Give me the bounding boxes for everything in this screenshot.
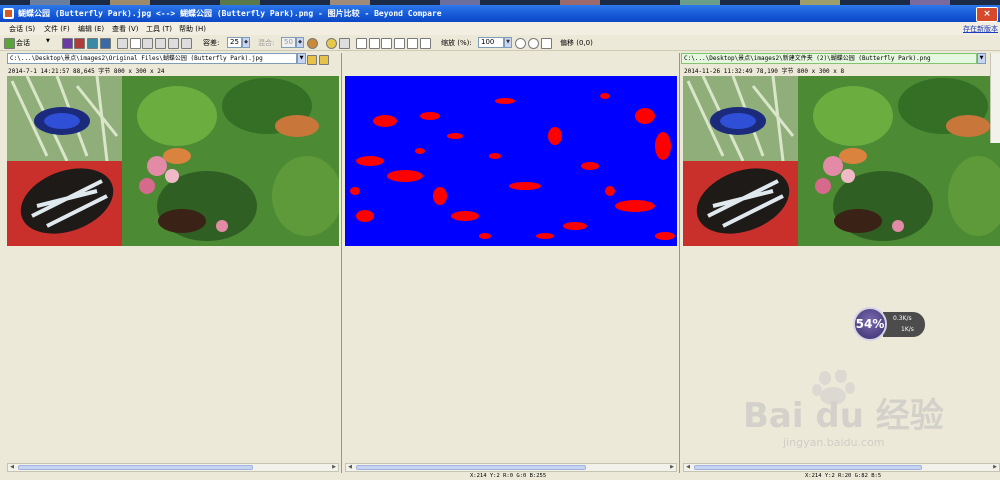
picture-icon[interactable] — [100, 38, 111, 49]
left-butterfly-image — [7, 76, 339, 246]
left-file-info: 2014-7-1 14:21:57 88,645 字节 800 x 300 x … — [8, 68, 165, 75]
session-label[interactable]: 会话 — [16, 38, 30, 48]
blend-label: 混合: — [258, 39, 275, 47]
tolerance-label: 容差: — [203, 39, 220, 47]
person-icon[interactable] — [307, 38, 318, 49]
layout-1-icon[interactable] — [356, 38, 367, 49]
left-path-field[interactable]: C:\...\Desktop\景点\images2\Original Files… — [7, 53, 297, 64]
blend-input[interactable]: 50 — [281, 37, 296, 48]
left-browse-icon[interactable] — [319, 55, 329, 65]
upload-speed: 0.3K/s — [893, 315, 912, 322]
right-butterfly-image — [683, 76, 1000, 246]
layout-3-icon[interactable] — [381, 38, 392, 49]
crop-icon[interactable] — [181, 38, 192, 49]
pane-divider-left[interactable] — [341, 53, 342, 473]
menu-file[interactable]: 文件 (F) — [44, 24, 70, 34]
status-bar: X:214 Y:2 R:0 G:0 B:255 X:214 Y:2 R:20 G… — [0, 473, 1000, 480]
layout-6-icon[interactable] — [420, 38, 431, 49]
center-horizontal-scrollbar[interactable]: ◀ ▶ — [345, 463, 677, 472]
close-button[interactable]: × — [976, 7, 998, 22]
difference-map-image — [345, 76, 677, 246]
session-dropdown-icon[interactable]: ▼ — [46, 38, 50, 44]
scroll-left-arrow[interactable]: ◀ — [8, 464, 16, 471]
diff-image-pane[interactable] — [345, 76, 677, 460]
left-path-dropdown[interactable]: ▼ — [297, 53, 306, 64]
diff-icon[interactable] — [74, 38, 85, 49]
rotate-left-icon[interactable] — [142, 38, 153, 49]
link-icon[interactable] — [339, 38, 350, 49]
all-icon[interactable] — [62, 38, 73, 49]
layout-4-icon[interactable] — [394, 38, 405, 49]
rotate-right-icon[interactable] — [155, 38, 166, 49]
blend-spinner[interactable]: ◆ — [296, 37, 304, 48]
right-file-info: 2014-11-26 11:32:49 78,190 字节 800 x 300 … — [684, 68, 845, 75]
right-scroll-thumb[interactable] — [694, 465, 922, 470]
menu-help[interactable]: 帮助 (H) — [179, 24, 206, 34]
zoom-out-icon[interactable] — [528, 38, 539, 49]
zoom-input[interactable]: 100 — [478, 37, 504, 48]
left-scroll-thumb[interactable] — [18, 465, 253, 470]
tolerance-spinner[interactable]: ◆ — [242, 37, 250, 48]
app-icon — [3, 8, 14, 19]
menu-session[interactable]: 会话 (S) — [9, 24, 35, 34]
session-icon — [4, 38, 15, 49]
right-pixel-status: X:214 Y:2 R:20 G:82 B:5 — [805, 473, 882, 479]
watermark-url: jingyan.baidu.com — [783, 436, 885, 449]
layout-2-icon[interactable] — [369, 38, 380, 49]
left-open-folder-icon[interactable] — [307, 55, 317, 65]
left-horizontal-scrollbar[interactable]: ◀ ▶ — [7, 463, 339, 472]
zoom-in-icon[interactable] — [515, 38, 526, 49]
offset-label: 偏移 (0,0) — [560, 39, 593, 47]
menu-bar: 会话 (S) 文件 (F) 编辑 (E) 查看 (V) 工具 (T) 帮助 (H… — [0, 22, 1000, 36]
swap-icon[interactable] — [117, 38, 128, 49]
window-title: 蝴蝶公园 (Butterfly Park).jpg <--> 蝴蝶公园 (But… — [18, 9, 442, 18]
pane-divider-right[interactable] — [679, 53, 680, 473]
zoom-dropdown[interactable]: ▼ — [504, 37, 512, 48]
menu-view[interactable]: 查看 (V) — [112, 24, 138, 34]
zoom-label: 缩放 (%): — [441, 39, 472, 47]
new-version-link[interactable]: 存在新版本 — [963, 24, 998, 34]
toolbar: 会话 ▼ 容差: 25 ◆ 混合: 50 ◆ 缩放 (%): 100 ▼ 偏移 … — [0, 35, 1000, 51]
same-icon[interactable] — [87, 38, 98, 49]
scroll-right-arrow[interactable]: ▶ — [668, 464, 676, 471]
menu-tools[interactable]: 工具 (T) — [146, 24, 172, 34]
right-horizontal-scrollbar[interactable]: ◀ ▶ — [683, 463, 1000, 472]
watermark-brand: Bai du 经验 — [743, 396, 944, 436]
flip-icon[interactable] — [168, 38, 179, 49]
scroll-left-arrow[interactable]: ◀ — [346, 464, 354, 471]
speed-panel: 0.3K/s 1K/s — [883, 312, 925, 337]
menu-edit[interactable]: 编辑 (E) — [78, 24, 104, 34]
scroll-right-arrow[interactable]: ▶ — [991, 464, 999, 471]
network-speed-widget[interactable]: 0.3K/s 1K/s 54% — [853, 307, 925, 341]
layout-5-icon[interactable] — [407, 38, 418, 49]
center-scroll-thumb[interactable] — [356, 465, 586, 470]
right-path-dropdown[interactable]: ▼ — [977, 53, 986, 64]
center-pixel-status: X:214 Y:2 R:0 G:0 B:255 — [470, 473, 547, 479]
title-bar: 蝴蝶公园 (Butterfly Park).jpg <--> 蝴蝶公园 (But… — [0, 5, 1000, 22]
zoom-fit-icon[interactable] — [541, 38, 552, 49]
baidu-watermark: Bai du 经验 jingyan.baidu.com — [733, 369, 963, 460]
left-image-pane[interactable] — [7, 76, 339, 460]
speed-percent: 54% — [853, 307, 887, 341]
tolerance-input[interactable]: 25 — [227, 37, 242, 48]
right-path-field[interactable]: C:\...\Desktop\景点\images2\新建文件夹 (2)\蝴蝶公园… — [681, 53, 977, 64]
scroll-right-arrow[interactable]: ▶ — [330, 464, 338, 471]
fit-icon[interactable] — [130, 38, 141, 49]
right-vertical-scrollbar[interactable] — [990, 53, 1000, 143]
download-speed: 1K/s — [901, 326, 914, 333]
scroll-left-arrow[interactable]: ◀ — [684, 464, 692, 471]
palette-icon[interactable] — [326, 38, 337, 49]
